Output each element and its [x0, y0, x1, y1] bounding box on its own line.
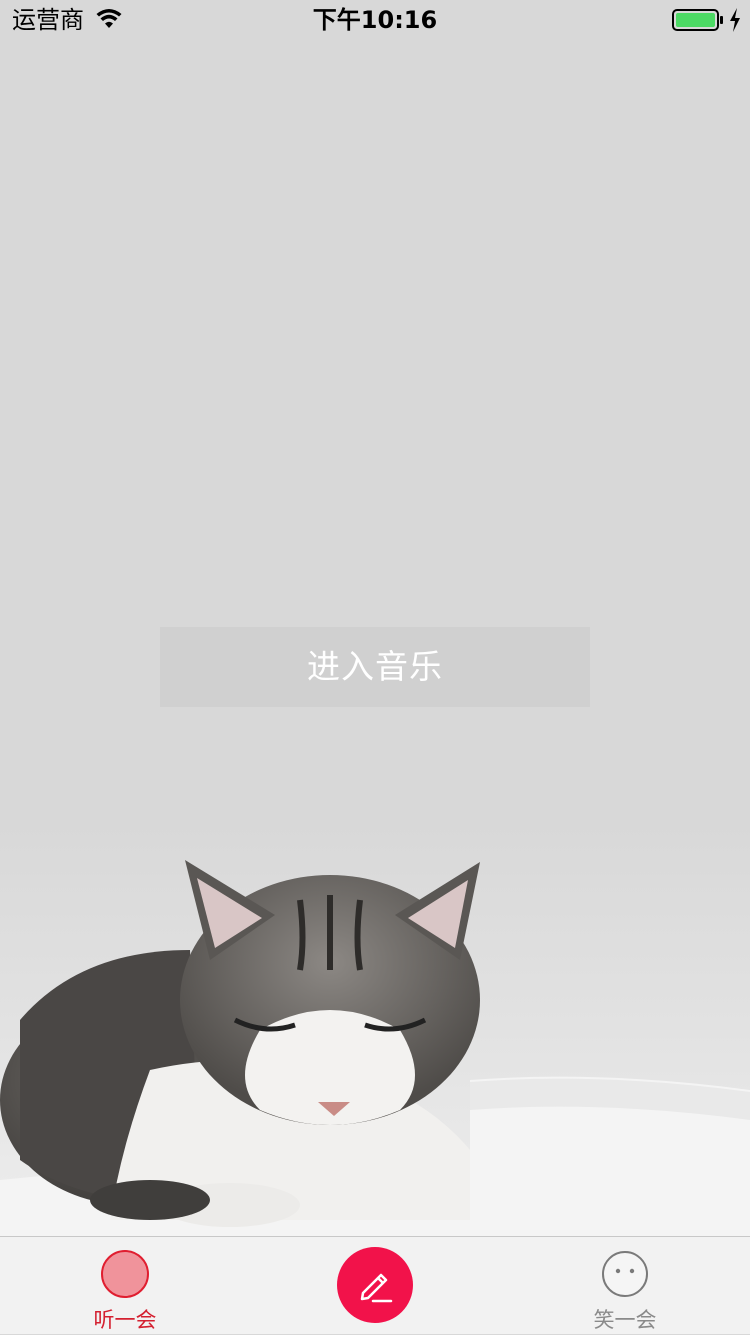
pencil-icon [360, 1273, 393, 1303]
battery-icon [672, 9, 723, 31]
tab-laugh-label: 笑一会 [593, 1308, 657, 1332]
compose-button[interactable] [337, 1247, 413, 1323]
clock: 下午10:16 [312, 6, 438, 34]
status-bar: 运营商 下午10:16 [0, 0, 750, 40]
tab-laugh[interactable]: 笑一会 [550, 1237, 700, 1335]
enter-music-button[interactable]: 进入音乐 [160, 627, 590, 707]
smiley-face-icon [602, 1251, 648, 1297]
charging-icon [730, 8, 740, 32]
record-circle-icon [101, 1250, 149, 1298]
tab-listen[interactable]: 听一会 [50, 1237, 200, 1335]
cat-image [0, 820, 750, 1236]
tab-listen-label: 听一会 [93, 1308, 157, 1332]
